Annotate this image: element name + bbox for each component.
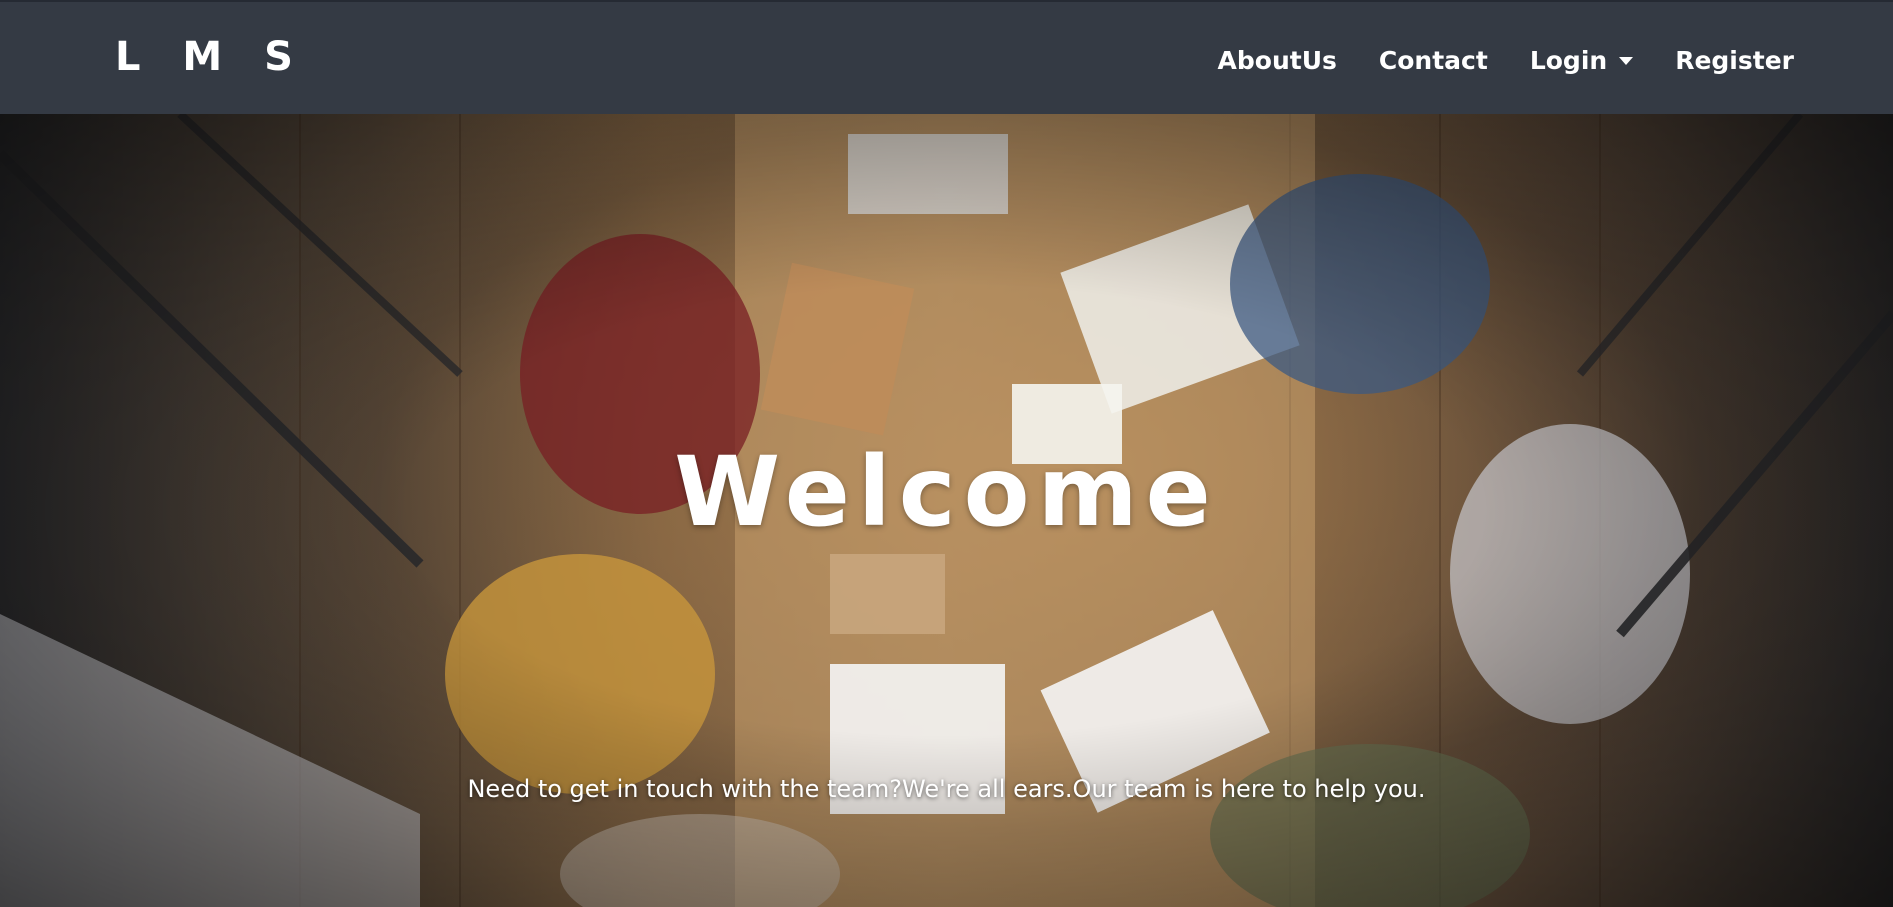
nav-dropdown-login[interactable]: Login (1529, 46, 1634, 75)
nav-links: AboutUs Contact Login Register (1176, 46, 1794, 75)
caret-down-icon (1619, 56, 1634, 65)
brand-logo[interactable]: L M S (115, 34, 307, 80)
nav-link-contact[interactable]: Contact (1379, 46, 1488, 75)
hero-heading: Welcome (674, 436, 1219, 548)
nav-link-aboutus[interactable]: AboutUs (1218, 46, 1337, 75)
nav-link-register[interactable]: Register (1675, 46, 1794, 75)
navbar: L M S AboutUs Contact Login Register (0, 0, 1893, 114)
hero-section: Welcome Need to get in touch with the te… (0, 114, 1893, 907)
nav-dropdown-login-label: Login (1529, 46, 1608, 75)
hero-tagline: Need to get in touch with the team?We're… (467, 775, 1426, 803)
